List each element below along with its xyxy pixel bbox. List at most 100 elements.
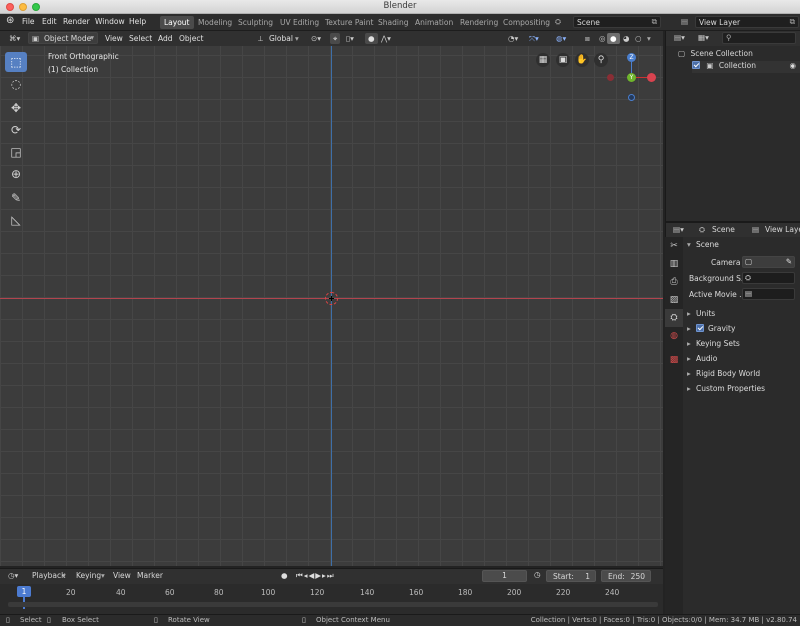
active-movie-clip-field[interactable]: ▤: [742, 288, 795, 300]
timeline-scrollbar[interactable]: [8, 602, 658, 607]
blender-logo-icon[interactable]: ⊛: [6, 15, 14, 26]
camera-icon[interactable]: ▣: [556, 53, 570, 67]
camera-field[interactable]: ▢ ✎: [742, 256, 795, 268]
visibility-icon[interactable]: ◔▾: [505, 33, 521, 44]
scene-icon[interactable]: ⛭: [555, 17, 561, 27]
menu-select[interactable]: Select: [126, 33, 155, 44]
expand-arrow-icon[interactable]: ▸: [687, 339, 691, 348]
new-scene-icon[interactable]: ⧉: [652, 17, 657, 27]
texture-icon[interactable]: ▩: [665, 351, 683, 369]
end-frame-field[interactable]: End: 250: [601, 570, 651, 582]
xray-toggle-icon[interactable]: ⧈: [582, 33, 593, 44]
expand-arrow-icon[interactable]: ▸: [687, 369, 691, 378]
menu-view[interactable]: View: [113, 571, 131, 580]
pan-hand-icon[interactable]: ✋: [575, 53, 589, 67]
tab-texture-paint[interactable]: Texture Paint: [321, 16, 377, 29]
tab-compositing[interactable]: Compositing: [499, 16, 554, 29]
tab-layout[interactable]: Layout: [160, 16, 194, 29]
view-layer-props-icon[interactable]: ▨: [665, 291, 683, 309]
menu-playback[interactable]: Playback: [32, 571, 65, 580]
outliner-search-input[interactable]: ⚲: [722, 32, 796, 44]
tab-shading[interactable]: Shading: [374, 16, 412, 29]
gizmo-x-axis[interactable]: [647, 73, 656, 82]
gizmo-y-axis[interactable]: Y: [627, 73, 636, 82]
outliner-editor-icon[interactable]: ▤▾: [674, 33, 685, 42]
menu-render[interactable]: Render: [63, 17, 90, 26]
expand-arrow-icon[interactable]: ▸: [687, 324, 691, 333]
world-icon[interactable]: ◍: [665, 327, 683, 345]
proportional-edit-icon[interactable]: ●: [365, 33, 378, 44]
gizmo-neg-z-axis[interactable]: [628, 94, 635, 101]
mode-selector[interactable]: ▣ Object Mode ▾: [28, 32, 98, 44]
menu-keying[interactable]: Keying: [76, 571, 101, 580]
scale-tool-icon[interactable]: ◲: [5, 142, 27, 162]
solid-shading-icon[interactable]: ●: [607, 33, 620, 44]
tab-animation[interactable]: Animation: [411, 16, 457, 29]
proportional-falloff-icon[interactable]: ⋀▾: [378, 33, 394, 44]
gizmo-neg-x-axis[interactable]: [607, 74, 614, 81]
current-frame-field[interactable]: 1: [482, 570, 527, 582]
properties-editor-icon[interactable]: ▤▾: [673, 225, 684, 234]
scene-tab-label[interactable]: Scene: [712, 225, 735, 234]
annotate-tool-icon[interactable]: ✎: [5, 188, 27, 208]
scene-props-icon[interactable]: ⛭: [665, 309, 683, 327]
menu-window[interactable]: Window: [95, 17, 125, 26]
gizmo-toggle-icon[interactable]: ⤧▾: [526, 33, 542, 44]
tab-modeling[interactable]: Modeling: [194, 16, 236, 29]
display-mode-icon[interactable]: ▦▾: [698, 33, 709, 42]
units-section[interactable]: Units: [696, 309, 715, 318]
tab-uv-editing[interactable]: UV Editing: [276, 16, 323, 29]
material-shading-icon[interactable]: ◕: [620, 33, 633, 44]
timeline-editor-icon[interactable]: ◷▾: [8, 571, 18, 580]
toggle-camera-view-icon[interactable]: ▦: [536, 53, 550, 67]
menu-edit[interactable]: Edit: [42, 17, 57, 26]
expand-arrow-icon[interactable]: ▸: [687, 354, 691, 363]
expand-arrow-icon[interactable]: ▸: [687, 309, 691, 318]
clock-icon[interactable]: ◷: [534, 570, 541, 579]
outliner-row-scene-collection[interactable]: ▢ Scene Collection: [678, 49, 800, 61]
keying-sets-section[interactable]: Keying Sets: [696, 339, 740, 348]
menu-file[interactable]: File: [22, 17, 35, 26]
collapse-arrow-icon[interactable]: ▾: [687, 240, 691, 249]
render-icon[interactable]: ▥: [665, 255, 683, 273]
snap-target-icon[interactable]: ▯▾: [343, 33, 357, 44]
select-box-tool-icon[interactable]: ⬚: [5, 52, 27, 72]
rendered-shading-icon[interactable]: ○: [632, 33, 645, 44]
gizmo-z-axis[interactable]: Z: [627, 53, 636, 62]
output-icon[interactable]: ⎙: [665, 273, 683, 291]
outliner-row-collection[interactable]: ▣ Collection ◉: [692, 61, 800, 73]
move-tool-icon[interactable]: ✥: [5, 98, 27, 118]
snap-toggle-icon[interactable]: ⌖: [330, 33, 341, 44]
eyedropper-icon[interactable]: ✎: [786, 257, 792, 266]
menu-marker[interactable]: Marker: [137, 571, 163, 580]
menu-view[interactable]: View: [102, 33, 126, 44]
rigid-body-world-section[interactable]: Rigid Body World: [696, 369, 760, 378]
tool-settings-icon[interactable]: ✂: [665, 237, 683, 255]
tab-rendering[interactable]: Rendering: [456, 16, 502, 29]
transform-tool-icon[interactable]: ⊕: [5, 164, 27, 184]
pivot-point-icon[interactable]: ⊙▾: [308, 33, 324, 44]
zoom-icon[interactable]: ⚲: [594, 53, 608, 67]
playhead-frame[interactable]: 1: [17, 586, 31, 597]
playback-controls[interactable]: ⏮◂◀▶▸⏭: [296, 571, 335, 581]
gravity-section[interactable]: Gravity: [696, 324, 735, 333]
cursor-tool-icon[interactable]: ◌: [5, 74, 27, 94]
view-layer-icon[interactable]: ▤: [681, 17, 688, 26]
view-layer-selector[interactable]: View Layer ⧉: [695, 16, 799, 28]
background-scene-field[interactable]: ⛭: [742, 272, 795, 284]
menu-help[interactable]: Help: [129, 17, 146, 26]
tab-sculpting[interactable]: Sculpting: [234, 16, 277, 29]
measure-tool-icon[interactable]: ◺: [5, 210, 27, 230]
shading-options-icon[interactable]: ▾: [644, 33, 654, 44]
eye-icon[interactable]: ◉: [789, 61, 796, 70]
editor-type-icon[interactable]: ⌘▾: [6, 33, 23, 44]
view-layer-tab-label[interactable]: View Layer: [765, 225, 800, 234]
rotate-tool-icon[interactable]: ⟳: [5, 120, 27, 140]
scene-selector[interactable]: Scene ⧉: [573, 16, 661, 28]
custom-properties-section[interactable]: Custom Properties: [696, 384, 765, 393]
record-icon[interactable]: ●: [281, 571, 288, 580]
menu-add[interactable]: Add: [155, 33, 176, 44]
start-frame-field[interactable]: Start: 1: [546, 570, 596, 582]
new-view-layer-icon[interactable]: ⧉: [790, 17, 795, 27]
menu-object[interactable]: Object: [176, 33, 206, 44]
